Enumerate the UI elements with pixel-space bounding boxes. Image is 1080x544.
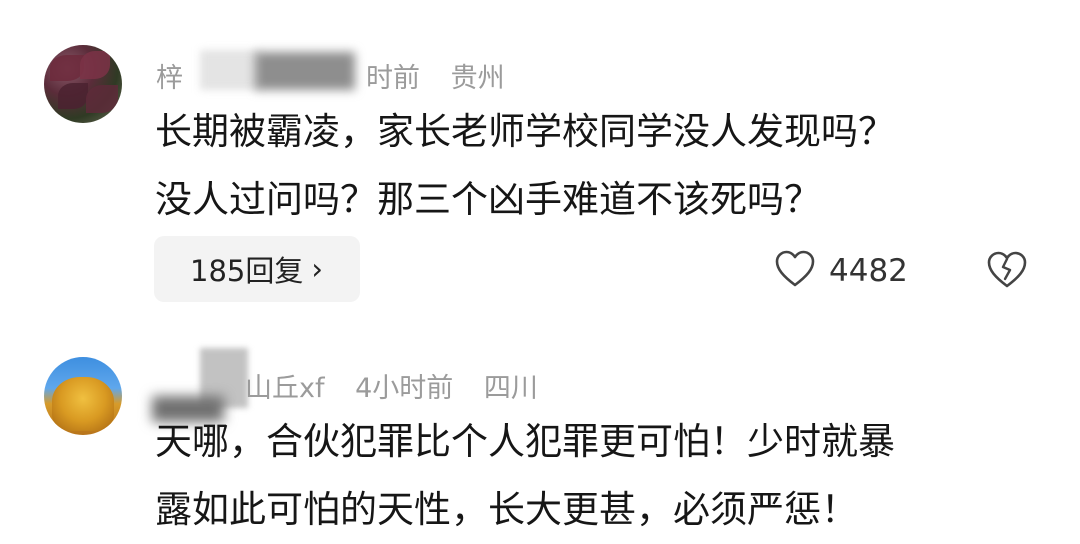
comment-line: 天哪，合伙犯罪比个人犯罪更可怕！少时就暴 <box>155 420 895 463</box>
comment-meta: 山丘xf 4小时前 四川 <box>245 366 538 405</box>
comment-text: 天哪，合伙犯罪比个人犯罪更可怕！少时就暴 露如此可怕的天性，长大更甚，必须严惩！ <box>155 408 895 544</box>
avatar[interactable] <box>44 357 122 435</box>
comment-line: 露如此可怕的天性，长大更甚，必须严惩！ <box>155 488 858 531</box>
location: 四川 <box>483 373 538 404</box>
comment-item: 山丘xf 4小时前 四川 天哪，合伙犯罪比个人犯罪更可怕！少时就暴 露如此可怕的… <box>0 0 1080 543</box>
timestamp: 4小时前 <box>355 373 454 404</box>
username[interactable]: 山丘xf <box>245 373 324 404</box>
